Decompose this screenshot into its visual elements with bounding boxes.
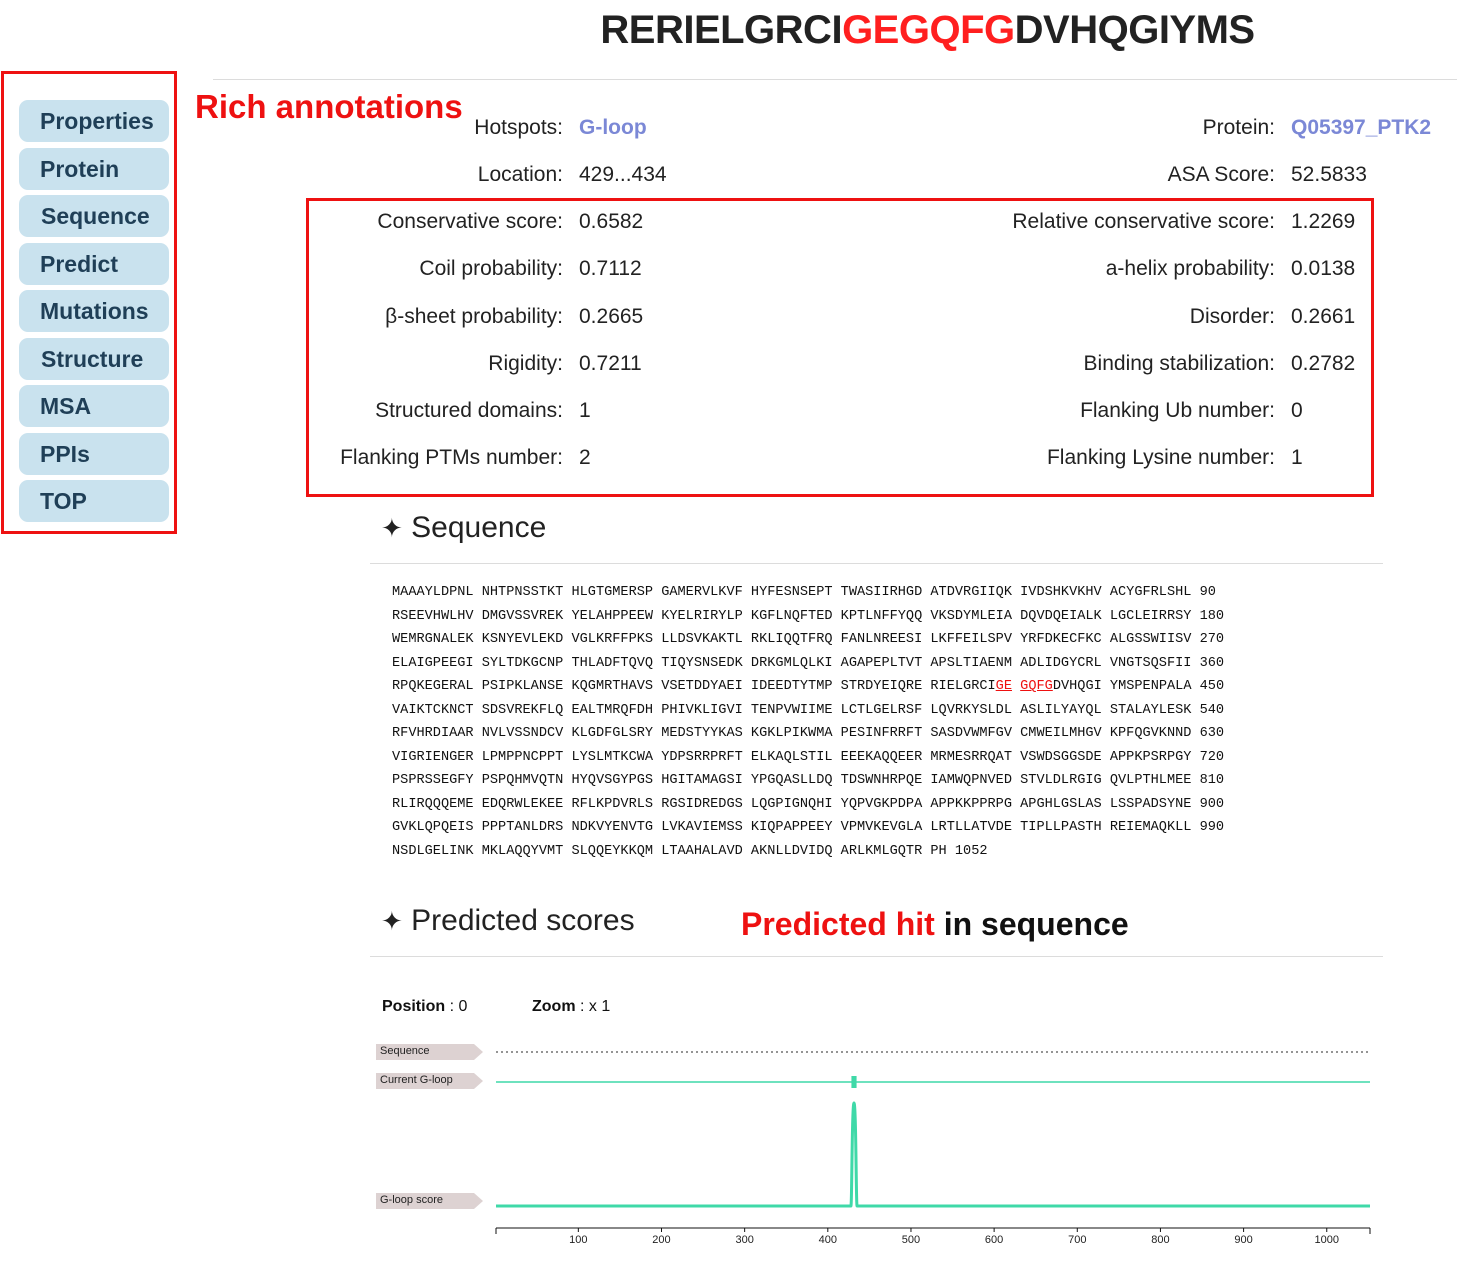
x-tick-label: 400 [818,1234,837,1246]
x-tick-label: 100 [569,1234,588,1246]
x-tick-label: 600 [984,1234,1004,1246]
feature-viewer-chart[interactable] [0,0,1457,1262]
x-tick-label: 500 [901,1234,921,1246]
gloop-score-line [496,1101,1370,1208]
x-tick-label: 1000 [1314,1234,1339,1246]
x-tick-label: 300 [735,1234,754,1246]
x-tick-label: 200 [652,1234,671,1246]
x-tick-label: 900 [1234,1234,1253,1246]
x-tick-label: 700 [1068,1234,1087,1246]
x-tick-label: 800 [1151,1234,1170,1246]
current-gloop-hit-mark [851,1076,857,1088]
